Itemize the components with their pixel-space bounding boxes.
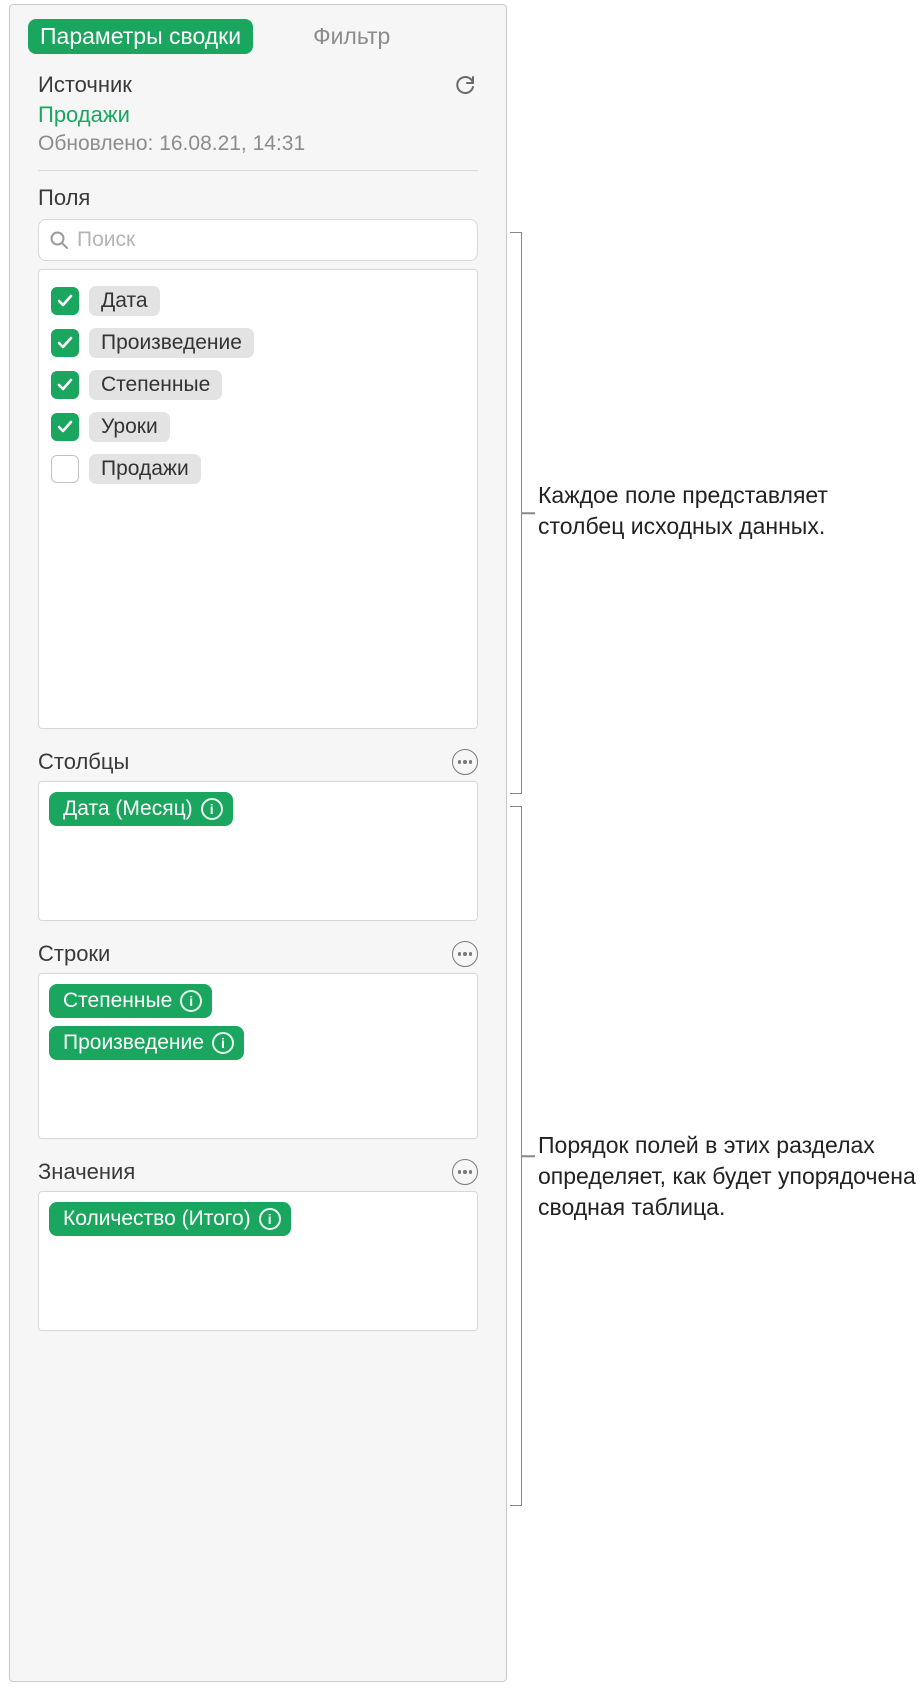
source-updated: Обновлено: 16.08.21, 14:31 [38,132,478,156]
values-more-icon[interactable] [452,1159,478,1185]
field-row: Дата [49,280,467,322]
pill-label: Дата (Месяц) [63,797,193,821]
bracket-fields [510,232,522,794]
refresh-icon[interactable] [452,72,478,98]
callout-sections: Порядок полей в этих разделах определяет… [538,1130,918,1223]
pill-label: Произведение [63,1031,204,1055]
callout-fields: Каждое поле представляет столбец исходны… [538,480,918,542]
assigned-field-pill[interactable]: Произведение i [49,1026,244,1060]
field-pill[interactable]: Произведение [89,328,254,358]
columns-well[interactable]: Дата (Месяц) i [38,781,478,921]
assigned-field-pill[interactable]: Степенные i [49,984,212,1018]
field-checkbox[interactable] [51,287,79,315]
tab-filter[interactable]: Фильтр [313,23,390,50]
pivot-options-panel: Параметры сводки Фильтр Источник Продажи… [9,4,507,1682]
field-row: Уроки [49,406,467,448]
field-checkbox[interactable] [51,413,79,441]
field-row: Продажи [49,448,467,490]
bracket-sections [510,806,522,1506]
panel-tabs: Параметры сводки Фильтр [10,5,506,64]
rows-more-icon[interactable] [452,941,478,967]
fields-section: Поля Дата Произведение Степенные Уроки Прода… [10,171,506,729]
field-checkbox[interactable] [51,371,79,399]
tab-pivot-options[interactable]: Параметры сводки [28,19,253,54]
search-icon [49,230,69,250]
source-section: Источник Продажи Обновлено: 16.08.21, 14… [10,64,506,170]
values-well[interactable]: Количество (Итого) i [38,1191,478,1331]
info-icon[interactable]: i [201,798,223,820]
values-label: Значения [38,1159,135,1185]
columns-more-icon[interactable] [452,749,478,775]
pill-label: Степенные [63,989,172,1013]
field-row: Произведение [49,322,467,364]
field-row: Степенные [49,364,467,406]
search-input[interactable] [77,228,467,252]
source-name[interactable]: Продажи [38,102,478,128]
info-icon[interactable]: i [212,1032,234,1054]
values-section: Значения Количество (Итого) i [10,1139,506,1331]
pill-label: Количество (Итого) [63,1207,251,1231]
columns-section: Столбцы Дата (Месяц) i [10,729,506,921]
search-field-wrap[interactable] [38,219,478,261]
fields-label: Поля [38,185,478,211]
info-icon[interactable]: i [180,990,202,1012]
field-checkbox[interactable] [51,455,79,483]
assigned-field-pill[interactable]: Дата (Месяц) i [49,792,233,826]
field-pill[interactable]: Степенные [89,370,222,400]
field-checkbox[interactable] [51,329,79,357]
rows-section: Строки Степенные i Произведение i [10,921,506,1139]
field-pill[interactable]: Уроки [89,412,170,442]
source-label: Источник [38,72,132,98]
rows-label: Строки [38,941,110,967]
rows-well[interactable]: Степенные i Произведение i [38,973,478,1139]
field-pill[interactable]: Продажи [89,454,201,484]
assigned-field-pill[interactable]: Количество (Итого) i [49,1202,291,1236]
columns-label: Столбцы [38,749,129,775]
field-pill[interactable]: Дата [89,286,160,316]
fields-list[interactable]: Дата Произведение Степенные Уроки Продажи [38,269,478,729]
info-icon[interactable]: i [259,1208,281,1230]
